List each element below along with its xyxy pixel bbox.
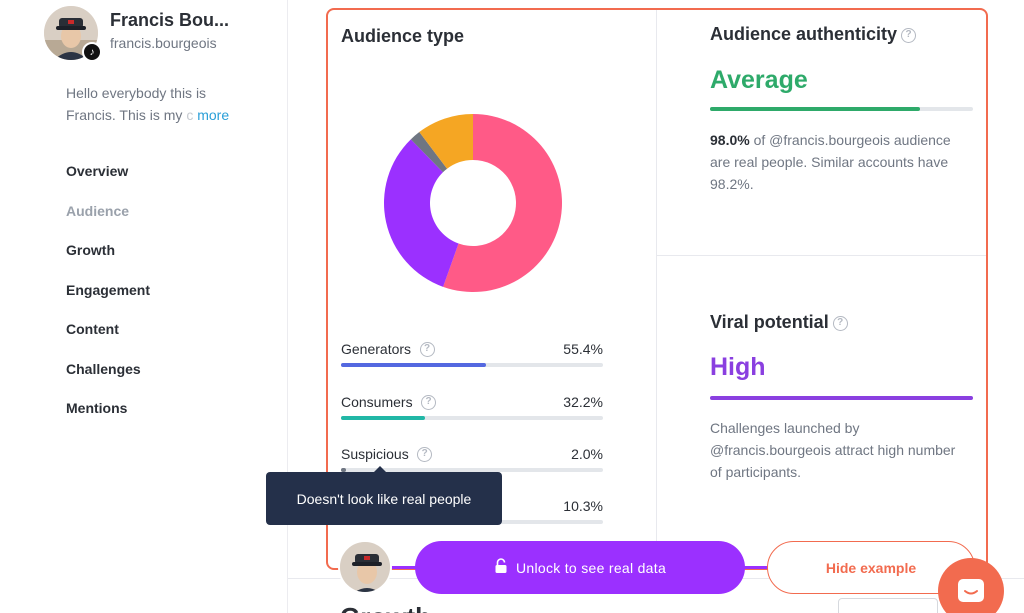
stat-label: Suspicious [341,446,409,462]
avatar[interactable]: ♪ [44,6,102,62]
viral-bar [710,396,973,400]
profile-handle: francis.bourgeois [110,35,217,51]
sidebar: ♪ Francis Bou... francis.bourgeois Hello… [0,0,288,613]
desc-line-1: of @francis.bourgeois audience [749,132,951,148]
stat-bar-fill [341,363,487,367]
desc-line-3: of participants. [710,464,802,480]
help-icon[interactable]: ? [419,342,435,358]
stat-value: 32.2% [563,394,603,410]
authenticity-bar-fill [710,107,921,111]
audience-type-donut-chart [384,114,562,292]
authenticity-description: 98.0% of @francis.bourgeois audience are… [710,129,978,195]
bio-line-2: Francis. This is my [66,107,183,123]
stat-row-consumers: Consumers ? 32.2% [341,394,603,420]
unlock-icon [494,558,508,577]
help-icon[interactable]: ? [421,395,437,411]
authenticity-value: Average [710,66,808,94]
authenticity-bar-track [710,107,973,111]
stat-bar-track [341,363,603,367]
card-divider-vertical [656,10,657,545]
bio-more-link[interactable]: more [197,107,229,123]
stat-value: 2.0% [571,446,603,462]
help-icon[interactable]: ? [417,447,433,463]
nav-item-mentions[interactable]: Mentions [66,399,150,439]
audience-authenticity-title: Audience authenticity? [710,24,917,45]
nav-item-engagement[interactable]: Engagement [66,281,150,321]
help-icon[interactable]: ? [832,315,848,331]
nav-item-audience[interactable]: Audience [66,202,150,242]
desc-line-2: @francis.bourgeois attract high number [710,442,956,458]
profile-bio: Hello everybody this is Francis. This is… [66,82,256,126]
stat-bar-track [341,416,603,420]
stat-value: 10.3% [563,498,603,514]
stat-label: Consumers [341,394,413,410]
audience-authenticity-label: Audience authenticity [710,24,898,44]
nav-item-challenges[interactable]: Challenges [66,360,150,400]
nav-item-growth[interactable]: Growth [66,241,150,281]
growth-period-dropdown[interactable] [838,598,938,613]
stat-row-generators: Generators ? 55.4% [341,341,603,367]
viral-value: High [710,353,766,381]
bio-fade: c [182,107,194,123]
desc-line-2: are real people. Similar accounts have [710,154,949,170]
viral-description: Challenges launched by @francis.bourgeoi… [710,417,978,483]
viral-potential-label: Viral potential [710,312,829,332]
stat-row-suspicious: Suspicious ? 2.0% [341,446,603,472]
tooltip: Doesn't look like real people [266,466,502,525]
desc-line-1: Challenges launched by [710,420,860,436]
sidebar-nav: Overview Audience Growth Engagement Cont… [66,162,150,439]
stat-label: Generators [341,341,412,357]
card-divider-horizontal [657,255,986,256]
desc-line-3: 98.2%. [710,176,754,192]
bio-line-1: Hello everybody this is [66,85,207,101]
nav-item-overview[interactable]: Overview [66,162,150,202]
stat-value: 55.4% [563,341,603,357]
profile-header: ♪ Francis Bou... francis.bourgeois [44,6,230,62]
growth-section-title: Growth [340,602,431,613]
unlock-button[interactable]: Unlock to see real data [415,541,745,594]
help-icon[interactable]: ? [901,27,917,43]
profile-name: Francis Bou... [110,10,230,30]
authenticity-percent: 98.0% [710,132,750,148]
unlock-label: Unlock to see real data [515,559,667,576]
nav-item-content[interactable]: Content [66,320,150,360]
stat-bar-fill [341,416,426,420]
tiktok-icon: ♪ [82,42,102,62]
audience-type-title: Audience type [341,26,465,46]
viral-potential-title: Viral potential? [710,312,848,333]
cta-avatar [338,540,392,594]
